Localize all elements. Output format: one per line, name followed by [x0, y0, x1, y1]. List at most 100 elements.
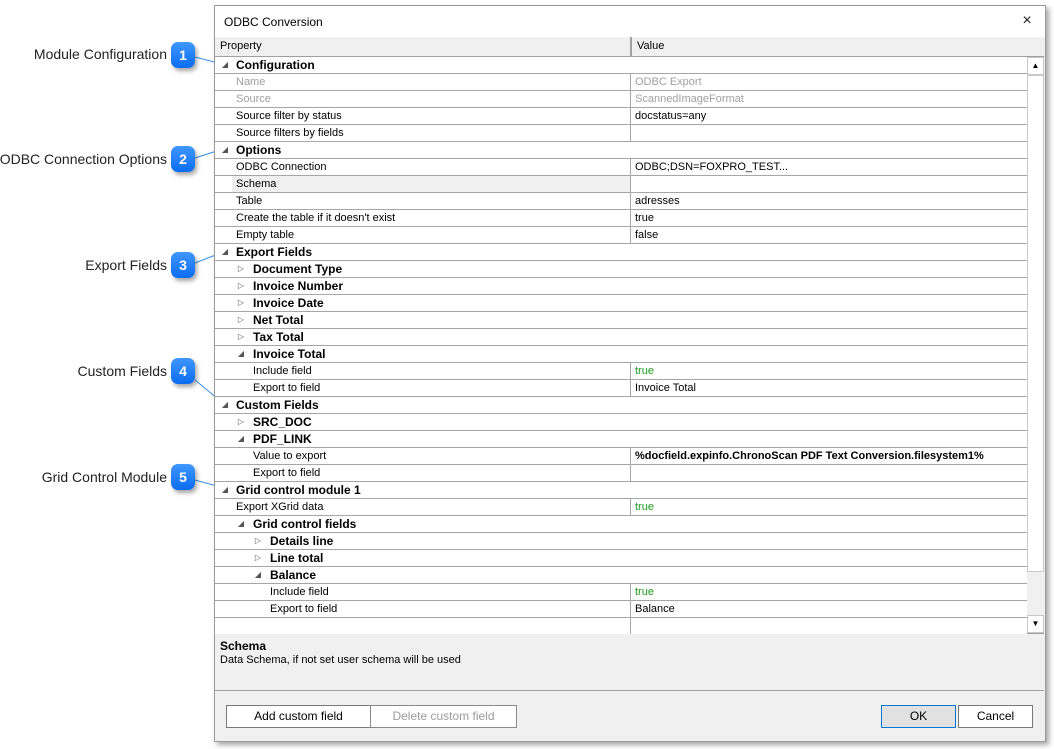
grid-property-row[interactable]: Export to field Balance: [215, 601, 1027, 618]
grid-property-row[interactable]: Create the table if it doesn't exist true: [215, 210, 1027, 227]
property-value[interactable]: ODBC;DSN=FOXPRO_TEST...: [630, 159, 1031, 175]
property-value[interactable]: Invoice Total: [630, 380, 1031, 396]
title-bar: ODBC Conversion ×: [215, 6, 1045, 37]
collapse-arrow-icon[interactable]: ◢: [219, 57, 231, 73]
collapse-arrow-icon[interactable]: ◢: [219, 142, 231, 158]
grid-property-row[interactable]: Export to field: [215, 465, 1027, 482]
grid-property-row[interactable]: Name ODBC Export: [215, 74, 1027, 91]
grid-category-row[interactable]: ▷ Invoice Number: [215, 278, 1027, 295]
grid-property-row[interactable]: Schema: [215, 176, 1027, 193]
property-value[interactable]: true: [630, 363, 1031, 379]
category-label: Invoice Number: [253, 279, 344, 293]
expand-arrow-icon[interactable]: ▷: [235, 295, 247, 311]
grid-property-row[interactable]: Value to export %docfield.expinfo.ChronoS…: [215, 448, 1027, 465]
property-value[interactable]: %docfield.expinfo.ChronoScan PDF Text Co…: [630, 448, 1031, 464]
property-name: Value to export: [253, 450, 327, 462]
expand-arrow-icon[interactable]: ▷: [235, 261, 247, 277]
grid-property-row[interactable]: Source ScannedImageFormat: [215, 91, 1027, 108]
vertical-scrollbar[interactable]: ▲ ▼: [1027, 57, 1044, 633]
property-value[interactable]: true: [630, 210, 1031, 226]
grid-category-row[interactable]: ◢ Invoice Total: [215, 346, 1027, 363]
grid-category-row[interactable]: ◢ PDF_LINK: [215, 431, 1027, 448]
property-value[interactable]: adresses: [630, 193, 1031, 209]
property-name: Empty table: [236, 229, 295, 241]
collapse-arrow-icon[interactable]: ◢: [235, 346, 247, 362]
expand-arrow-icon[interactable]: ▷: [235, 278, 247, 294]
column-header-property[interactable]: Property: [215, 37, 631, 56]
grid-property-row[interactable]: Export XGrid data true: [215, 499, 1027, 516]
category-label: Tax Total: [253, 330, 304, 344]
property-name: Create the table if it doesn't exist: [236, 212, 396, 224]
property-name: Export XGrid data: [236, 501, 324, 513]
property-value[interactable]: [630, 176, 1031, 192]
ok-button[interactable]: OK: [881, 705, 956, 728]
callout-label-custom-fields: Custom Fields: [77, 363, 167, 379]
grid-category-row[interactable]: ◢ Export Fields: [215, 244, 1027, 261]
property-value[interactable]: true: [630, 499, 1031, 515]
grid-property-row[interactable]: Include field true: [215, 363, 1027, 380]
collapse-arrow-icon[interactable]: ◢: [235, 516, 247, 532]
property-value[interactable]: true: [630, 584, 1031, 600]
category-label: Grid control fields: [253, 517, 357, 531]
column-header-value[interactable]: Value: [631, 37, 1037, 56]
callout-label-odbc-connection-options: ODBC Connection Options: [0, 151, 167, 167]
add-custom-field-button[interactable]: Add custom field: [226, 705, 371, 728]
grid-property-row[interactable]: Source filters by fields: [215, 125, 1027, 142]
category-label: Net Total: [253, 313, 304, 327]
scroll-up-icon[interactable]: ▲: [1027, 57, 1044, 75]
grid-property-row[interactable]: Table adresses: [215, 193, 1027, 210]
property-value[interactable]: ScannedImageFormat: [630, 91, 1031, 107]
grid-category-row[interactable]: ▷ Line total: [215, 550, 1027, 567]
grid-category-row[interactable]: ▷ Document Type: [215, 261, 1027, 278]
grid-category-row[interactable]: ▷ Invoice Date: [215, 295, 1027, 312]
category-label: Details line: [270, 534, 334, 548]
category-label: SRC_DOC: [253, 415, 312, 429]
collapse-arrow-icon[interactable]: ◢: [219, 244, 231, 260]
property-value[interactable]: Balance: [630, 601, 1031, 617]
delete-custom-field-button[interactable]: Delete custom field: [370, 705, 517, 728]
callout-label-grid-control-module: Grid Control Module: [41, 469, 167, 485]
collapse-arrow-icon[interactable]: ◢: [235, 431, 247, 447]
grid-category-row[interactable]: ▷ SRC_DOC: [215, 414, 1027, 431]
grid-property-row[interactable]: Source filter by status docstatus=any: [215, 108, 1027, 125]
property-name: Table: [236, 195, 263, 207]
category-label: Invoice Date: [253, 296, 324, 310]
grid-property-row[interactable]: ODBC Connection ODBC;DSN=FOXPRO_TEST...: [215, 159, 1027, 176]
expand-arrow-icon[interactable]: ▷: [252, 550, 264, 566]
grid-property-row[interactable]: Export to field Invoice Total: [215, 380, 1027, 397]
property-value[interactable]: [630, 465, 1031, 481]
property-value[interactable]: docstatus=any: [630, 108, 1031, 124]
dialog-title: ODBC Conversion: [224, 15, 323, 29]
grid-category-row[interactable]: ▷ Net Total: [215, 312, 1027, 329]
grid-category-row[interactable]: ◢ Custom Fields: [215, 397, 1027, 414]
property-value[interactable]: [630, 618, 1031, 634]
callout-badge-1: 1: [171, 42, 195, 68]
grid-property-row[interactable]: Include field true: [215, 584, 1027, 601]
property-value[interactable]: false: [630, 227, 1031, 243]
grid-category-row[interactable]: ▷ Tax Total: [215, 329, 1027, 346]
grid-property-row[interactable]: [215, 618, 1027, 635]
cancel-button[interactable]: Cancel: [958, 705, 1033, 728]
property-name: Export to field: [253, 467, 321, 479]
expand-arrow-icon[interactable]: ▷: [252, 533, 264, 549]
expand-arrow-icon[interactable]: ▷: [235, 329, 247, 345]
grid-category-row[interactable]: ◢ Grid control module 1: [215, 482, 1027, 499]
close-icon[interactable]: ×: [1017, 11, 1037, 31]
grid-category-row[interactable]: ◢ Grid control fields: [215, 516, 1027, 533]
scrollbar-thumb[interactable]: [1027, 75, 1044, 572]
grid-category-row[interactable]: ◢ Balance: [215, 567, 1027, 584]
collapse-arrow-icon[interactable]: ◢: [252, 567, 264, 583]
grid-property-row[interactable]: Empty table false: [215, 227, 1027, 244]
property-value[interactable]: [630, 125, 1031, 141]
scroll-down-icon[interactable]: ▼: [1027, 615, 1044, 633]
grid-category-row[interactable]: ◢ Options: [215, 142, 1027, 159]
expand-arrow-icon[interactable]: ▷: [235, 414, 247, 430]
category-label: Document Type: [253, 262, 343, 276]
grid-category-row[interactable]: ◢ Configuration: [215, 57, 1027, 74]
collapse-arrow-icon[interactable]: ◢: [219, 482, 231, 498]
property-value[interactable]: ODBC Export: [630, 74, 1031, 90]
callout-label-export-fields: Export Fields: [85, 257, 167, 273]
grid-category-row[interactable]: ▷ Details line: [215, 533, 1027, 550]
collapse-arrow-icon[interactable]: ◢: [219, 397, 231, 413]
expand-arrow-icon[interactable]: ▷: [235, 312, 247, 328]
